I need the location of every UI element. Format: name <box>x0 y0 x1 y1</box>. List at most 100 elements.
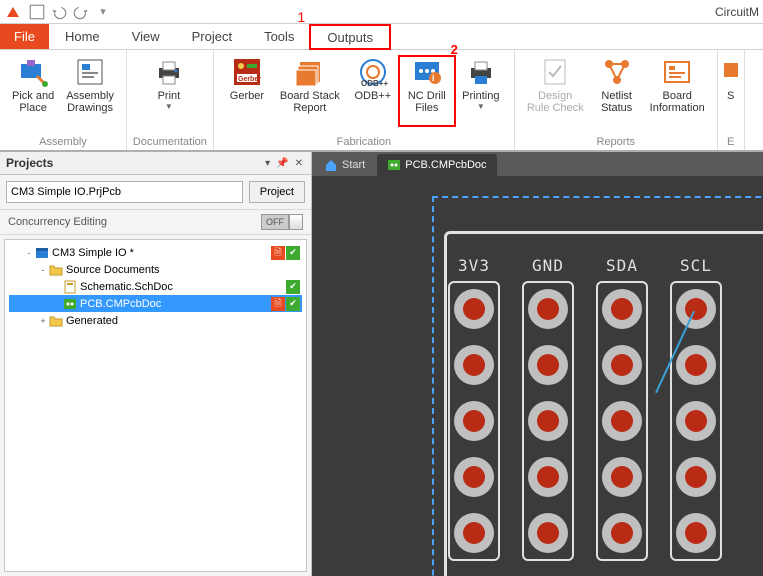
title-bar: ▾ CircuitM <box>0 0 763 24</box>
pcb-pad[interactable] <box>602 457 642 497</box>
panel-pin-icon[interactable]: 📌 <box>274 158 290 169</box>
assembly-drawings-button[interactable]: Assembly Drawings <box>60 54 120 134</box>
qat-undo-icon[interactable] <box>50 3 68 21</box>
printing-icon <box>465 56 497 88</box>
tab-home[interactable]: Home <box>49 24 116 49</box>
doc-tab-start[interactable]: Start <box>314 154 375 176</box>
pick-and-place-button[interactable]: Pick and Place <box>6 54 60 134</box>
odb-icon: ODB++ <box>357 56 389 88</box>
tree-expand-icon[interactable]: - <box>23 248 35 258</box>
concurrency-row: Concurrency Editing OFF <box>0 210 311 235</box>
pcb-pad[interactable] <box>454 345 494 385</box>
tree-row[interactable]: +Generated <box>9 312 302 329</box>
tab-view[interactable]: View <box>116 24 176 49</box>
project-button[interactable]: Project <box>249 181 305 203</box>
pcb-icon <box>387 158 401 172</box>
pcb-pad[interactable] <box>528 457 568 497</box>
pcb-pad[interactable] <box>528 289 568 329</box>
drc-label: Design Rule Check <box>527 90 584 114</box>
panel-dropdown-icon[interactable]: ▾ <box>263 158 272 169</box>
extra-button[interactable]: S <box>724 54 738 134</box>
design-rule-check-button[interactable]: Design Rule Check <box>521 54 590 134</box>
pcb-pad[interactable] <box>676 289 716 329</box>
pcb-pad[interactable] <box>602 345 642 385</box>
pin-column-label: 3V3 <box>458 256 490 275</box>
tree-node-label: PCB.CMPcbDoc <box>80 298 271 310</box>
qat-dropdown-icon[interactable]: ▾ <box>94 3 112 21</box>
pick-and-place-label: Pick and Place <box>12 90 54 114</box>
tree-row[interactable]: PCB.CMPcbDoc🗎✔ <box>9 295 302 312</box>
tab-project[interactable]: Project <box>176 24 248 49</box>
tree-node-icon <box>49 263 63 277</box>
qat-save-icon[interactable] <box>28 3 46 21</box>
tree-node-label: Schematic.SchDoc <box>80 281 286 293</box>
pcb-pad[interactable] <box>602 513 642 553</box>
pcb-canvas[interactable]: 3V3GNDSDASCL <box>312 176 763 576</box>
pin-column-label: SDA <box>606 256 638 275</box>
pcb-pad[interactable] <box>602 289 642 329</box>
netlist-status-button[interactable]: Netlist Status <box>590 54 644 134</box>
pick-and-place-icon <box>17 56 49 88</box>
gerber-label: Gerber <box>230 90 264 102</box>
doc-tab-pcb[interactable]: PCB.CMPcbDoc <box>377 154 496 176</box>
tree-row[interactable]: -CM3 Simple IO *🗎✔ <box>9 244 302 261</box>
pin-column-box <box>448 281 500 561</box>
gerber-button[interactable]: Gerber Gerber <box>220 54 274 134</box>
pcb-pad[interactable] <box>676 513 716 553</box>
drc-icon <box>539 56 571 88</box>
project-filter-input[interactable] <box>6 181 243 203</box>
concurrency-state: OFF <box>261 214 289 230</box>
odb-label: ODB++ <box>354 90 391 102</box>
project-tree: -CM3 Simple IO *🗎✔-Source DocumentsSchem… <box>4 239 307 572</box>
ribbon-group-fabrication: Gerber Gerber Board Stack Report ODB++ O… <box>214 50 515 150</box>
pcb-pad[interactable] <box>528 401 568 441</box>
tree-badge-chk: ✔ <box>286 280 300 294</box>
ribbon-group-fabrication-label: Fabrication <box>220 134 508 150</box>
print-button[interactable]: Print ▼ <box>133 54 205 134</box>
doc-tab-start-label: Start <box>342 159 365 171</box>
pcb-pad[interactable] <box>454 513 494 553</box>
file-menu[interactable]: File <box>0 24 49 49</box>
tab-tools[interactable]: Tools <box>248 24 310 49</box>
pcb-pad[interactable] <box>454 401 494 441</box>
nc-drill-icon: i <box>411 56 443 88</box>
home-icon <box>324 158 338 172</box>
tree-row[interactable]: -Source Documents <box>9 261 302 278</box>
concurrency-toggle[interactable]: OFF <box>261 214 303 230</box>
pcb-pad[interactable] <box>676 457 716 497</box>
odb-button[interactable]: ODB++ ODB++ <box>346 54 400 134</box>
netlist-icon <box>601 56 633 88</box>
document-tabs: Start PCB.CMPcbDoc <box>312 152 763 176</box>
annotation-1: 1 <box>297 9 305 25</box>
pcb-pad[interactable] <box>676 345 716 385</box>
pcb-pad[interactable] <box>454 457 494 497</box>
pcb-pad[interactable] <box>602 401 642 441</box>
concurrency-label: Concurrency Editing <box>8 216 107 228</box>
pcb-pad[interactable] <box>676 401 716 441</box>
tree-row[interactable]: Schematic.SchDoc✔ <box>9 278 302 295</box>
pin-column: SCL <box>670 256 722 561</box>
chevron-down-icon: ▼ <box>165 102 173 111</box>
pcb-pad[interactable] <box>454 289 494 329</box>
nc-drill-files-button[interactable]: i NC Drill Files 2 <box>400 54 454 134</box>
ribbon-group-assembly-label: Assembly <box>6 134 120 150</box>
panel-close-icon[interactable]: ✕ <box>293 158 305 169</box>
project-filter-row: Project <box>0 175 311 210</box>
assembly-drawings-label: Assembly Drawings <box>66 90 114 114</box>
tree-badge-chk: ✔ <box>286 297 300 311</box>
tree-expand-icon[interactable]: - <box>37 265 49 275</box>
document-area: Start PCB.CMPcbDoc 3V3GNDSDASCL <box>312 152 763 576</box>
board-information-button[interactable]: Board Information <box>644 54 711 134</box>
print-label: Print <box>158 90 181 102</box>
pcb-pad[interactable] <box>528 513 568 553</box>
ribbon-group-documentation-label: Documentation <box>133 134 207 150</box>
board-info-icon <box>661 56 693 88</box>
printing-button[interactable]: Printing ▼ <box>454 54 508 134</box>
doc-tab-pcb-label: PCB.CMPcbDoc <box>405 159 486 171</box>
tab-outputs[interactable]: Outputs 1 <box>310 24 390 50</box>
board-info-label: Board Information <box>650 90 705 114</box>
board-stack-report-button[interactable]: Board Stack Report <box>274 54 346 134</box>
qat-redo-icon[interactable] <box>72 3 90 21</box>
pcb-pad[interactable] <box>528 345 568 385</box>
tree-expand-icon[interactable]: + <box>37 316 49 326</box>
